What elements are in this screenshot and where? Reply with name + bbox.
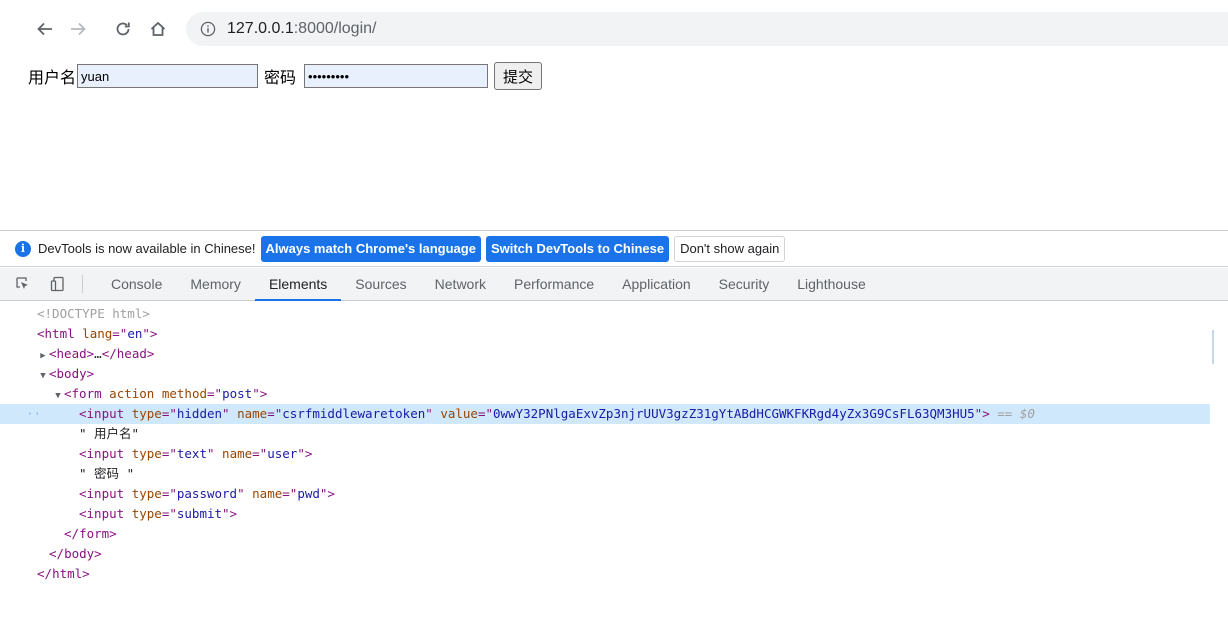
expand-triangle-icon[interactable]: ▶ bbox=[37, 346, 49, 366]
info-icon[interactable] bbox=[200, 21, 216, 37]
dom-node-user-input[interactable]: <input type="text" name="user"> bbox=[79, 444, 312, 464]
head-tag-name: head bbox=[56, 346, 87, 361]
info-circle-icon: i bbox=[15, 240, 31, 257]
tab-security[interactable]: Security bbox=[705, 268, 784, 300]
collapse-triangle-icon[interactable]: ▼ bbox=[37, 366, 49, 386]
elements-dom-tree: <!DOCTYPE html> <html lang="en"> ▶ <head>… bbox=[0, 302, 1228, 639]
dom-node-form-close[interactable]: </form> bbox=[64, 524, 117, 544]
csrf-token-value: 0wwY32PNlgaExvZp3njrUUV3gzZ31gYtABdHCGWK… bbox=[493, 406, 975, 421]
forward-arrow-icon bbox=[71, 22, 86, 36]
text-node-username: " 用户名" bbox=[79, 426, 140, 441]
login-form: 用户名 密码 提交 bbox=[28, 61, 543, 91]
back-arrow-icon bbox=[37, 22, 52, 36]
submit-type-value: submit bbox=[176, 506, 223, 521]
url-text: 127.0.0.1:8000/login/ bbox=[227, 20, 376, 38]
dom-node-doctype[interactable]: <!DOCTYPE html> bbox=[37, 304, 150, 324]
password-label: 密码 bbox=[264, 68, 297, 87]
selection-dots: ·· bbox=[26, 406, 42, 421]
back-button[interactable] bbox=[32, 16, 58, 42]
home-icon bbox=[150, 21, 166, 36]
tab-network[interactable]: Network bbox=[421, 268, 500, 300]
password-type-value: password bbox=[176, 486, 238, 501]
infobar-message: DevTools is now available in Chinese! bbox=[38, 241, 256, 256]
user-name-value: user bbox=[267, 446, 298, 461]
dom-node-form[interactable]: ▼ <form action method="post"> bbox=[52, 384, 267, 404]
input-tag-name: input bbox=[86, 446, 125, 461]
html-tag-name: html bbox=[44, 326, 75, 341]
dom-node-pwd-input[interactable]: <input type="password" name="pwd"> bbox=[79, 484, 335, 504]
tab-console[interactable]: Console bbox=[97, 268, 176, 300]
selected-node-marker: == $0 bbox=[997, 406, 1035, 421]
inspect-element-button[interactable] bbox=[6, 268, 40, 300]
browser-toolbar: 127.0.0.1:8000/login/ bbox=[0, 0, 1228, 58]
dom-node-head[interactable]: ▶ <head>…</head> bbox=[37, 344, 154, 364]
submit-button[interactable]: 提交 bbox=[494, 62, 543, 90]
html-close-tag-name: html bbox=[52, 566, 83, 581]
doctype-text: <!DOCTYPE html> bbox=[37, 306, 150, 321]
input-tag-name: input bbox=[86, 506, 125, 521]
devtools-panel: i DevTools is now available in Chinese! … bbox=[0, 230, 1228, 639]
device-toolbar-button[interactable] bbox=[40, 268, 76, 300]
html-lang-value: en bbox=[127, 326, 143, 341]
tabbar-divider bbox=[82, 275, 83, 293]
form-action-attr: action bbox=[109, 386, 155, 401]
hidden-name-value: csrfmiddlewaretoken bbox=[282, 406, 426, 421]
username-label: 用户名 bbox=[28, 68, 77, 87]
scroll-marker bbox=[1212, 330, 1214, 364]
text-node-password: " 密码 " bbox=[79, 466, 135, 481]
devtools-tabbar: Console Memory Elements Sources Network … bbox=[0, 268, 1228, 301]
address-bar[interactable]: 127.0.0.1:8000/login/ bbox=[186, 12, 1228, 46]
dom-node-submit-input[interactable]: <input type="submit"> bbox=[79, 504, 237, 524]
body-close-tag-name: body bbox=[64, 546, 95, 561]
html-lang-attr: lang bbox=[82, 326, 113, 341]
dom-node-html-close[interactable]: </html> bbox=[37, 564, 90, 584]
dont-show-again-button[interactable]: Don't show again bbox=[674, 235, 786, 262]
tab-lighthouse[interactable]: Lighthouse bbox=[783, 268, 880, 300]
head-ellipsis: … bbox=[94, 346, 102, 361]
dom-node-body-close[interactable]: </body> bbox=[49, 544, 102, 564]
body-tag-name: body bbox=[56, 366, 87, 381]
form-close-tag-name: form bbox=[79, 526, 110, 541]
dom-node-hidden-input[interactable]: ·· <input type="hidden" name="csrfmiddlew… bbox=[0, 404, 1210, 424]
text-type-value: text bbox=[176, 446, 207, 461]
collapse-triangle-icon[interactable]: ▼ bbox=[52, 386, 64, 406]
url-host: 127.0.0.1 bbox=[227, 20, 294, 37]
home-button[interactable] bbox=[145, 16, 171, 42]
tab-performance[interactable]: Performance bbox=[500, 268, 608, 300]
inspect-cursor-icon bbox=[16, 277, 28, 289]
form-method-attr: method bbox=[161, 386, 208, 401]
language-infobar: i DevTools is now available in Chinese! … bbox=[0, 231, 1228, 267]
tab-memory[interactable]: Memory bbox=[176, 268, 255, 300]
dom-text-password[interactable]: " 密码 " bbox=[79, 464, 134, 484]
input-tag-name: input bbox=[86, 406, 125, 421]
dom-node-body[interactable]: ▼ <body> bbox=[37, 364, 94, 384]
form-tag-name: form bbox=[71, 386, 102, 401]
switch-to-chinese-button[interactable]: Switch DevTools to Chinese bbox=[485, 235, 670, 262]
input-tag-name: input bbox=[86, 486, 125, 501]
dom-node-html[interactable]: <html lang="en"> bbox=[37, 324, 157, 344]
tab-sources[interactable]: Sources bbox=[341, 268, 420, 300]
forward-button[interactable] bbox=[65, 16, 91, 42]
always-match-language-button[interactable]: Always match Chrome's language bbox=[260, 235, 481, 262]
reload-button[interactable] bbox=[110, 16, 136, 42]
dom-text-username[interactable]: " 用户名" bbox=[79, 424, 139, 444]
form-method-value: post bbox=[222, 386, 253, 401]
password-input[interactable] bbox=[304, 64, 489, 88]
head-close-tag-name: head bbox=[116, 346, 147, 361]
username-input[interactable] bbox=[77, 64, 259, 88]
device-mobile-icon bbox=[50, 276, 64, 292]
tab-elements[interactable]: Elements bbox=[254, 268, 342, 301]
reload-icon bbox=[116, 22, 130, 36]
pwd-name-value: pwd bbox=[297, 486, 320, 501]
url-path: :8000/login/ bbox=[293, 20, 377, 37]
hidden-type-value: hidden bbox=[176, 406, 223, 421]
tab-application[interactable]: Application bbox=[608, 268, 705, 300]
